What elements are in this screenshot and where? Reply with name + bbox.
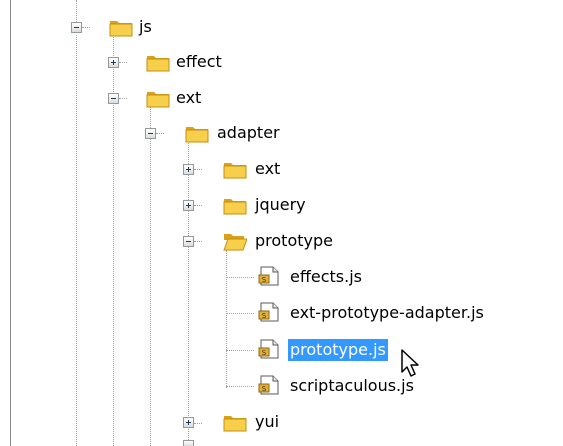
folder-icon [223,163,247,179]
tree-item-label-selected: prototype.js [288,339,388,361]
tree-left-border [10,0,11,446]
file-tree: js effect ext adapter ext jquery prototy… [0,0,563,446]
tree-item-scriptaculous-js[interactable]: S scriptaculous.js [254,369,474,403]
svg-text:S: S [262,312,267,320]
tree-item-label: ext-prototype-adapter.js [290,303,484,322]
folder-open-icon [223,234,247,251]
expand-toggle[interactable] [183,440,194,446]
svg-text:S: S [262,385,267,393]
tree-guide-line [76,35,77,446]
svg-text:S: S [262,276,267,284]
collapse-toggle[interactable] [145,128,156,139]
tree-item-effects-js[interactable]: S effects.js [254,260,474,294]
tree-item-ext-prototype-adapter-js[interactable]: S ext-prototype-adapter.js [254,296,554,330]
folder-icon [185,127,209,143]
expand-toggle[interactable] [183,164,194,175]
expand-toggle[interactable] [183,417,194,428]
tree-guide-line [226,277,254,278]
folder-icon [223,416,247,432]
tree-guide-line [226,350,254,351]
tree-item-label: prototype [255,231,333,250]
tree-item-prototype[interactable]: prototype [178,224,398,258]
collapse-toggle[interactable] [108,93,119,104]
folder-icon [109,21,133,37]
tree-item-label: effects.js [290,267,362,286]
tree-item-jquery[interactable]: jquery [178,188,378,222]
javascript-file-icon: S [258,375,279,395]
expand-toggle[interactable] [183,200,194,211]
tree-guide-line [226,386,254,387]
javascript-file-icon: S [258,339,279,359]
expand-toggle[interactable] [108,57,119,68]
tree-item-js[interactable]: js [66,10,266,44]
tree-guide-line [150,106,151,446]
javascript-file-icon: S [258,302,279,322]
tree-item-label: scriptaculous.js [290,376,414,395]
tree-item-label: effect [176,52,222,71]
tree-item-label: ext [255,159,281,178]
tree-item-ext[interactable]: ext [103,81,303,115]
collapse-toggle[interactable] [71,22,82,33]
tree-guide-line [188,141,189,446]
javascript-file-icon: S [258,266,279,286]
folder-icon [146,92,170,108]
tree-item-label: adapter [217,123,280,142]
folder-icon [223,199,247,215]
tree-item-label: js [139,17,152,36]
tree-item-label: jquery [255,195,306,214]
tree-item-effect[interactable]: effect [103,45,303,79]
svg-text:S: S [262,349,267,357]
tree-item-label: yui [255,412,280,431]
tree-item-yui[interactable]: yui [178,405,378,439]
tree-guide-line [226,313,254,314]
tree-item-prototype-js[interactable]: S prototype.js [254,333,474,367]
collapse-toggle[interactable] [183,236,194,247]
tree-item-label: ext [176,88,202,107]
folder-icon [146,56,170,72]
tree-item-ext-nested[interactable]: ext [178,152,378,186]
tree-item-adapter[interactable]: adapter [140,116,360,150]
tree-guide-line [226,250,227,388]
